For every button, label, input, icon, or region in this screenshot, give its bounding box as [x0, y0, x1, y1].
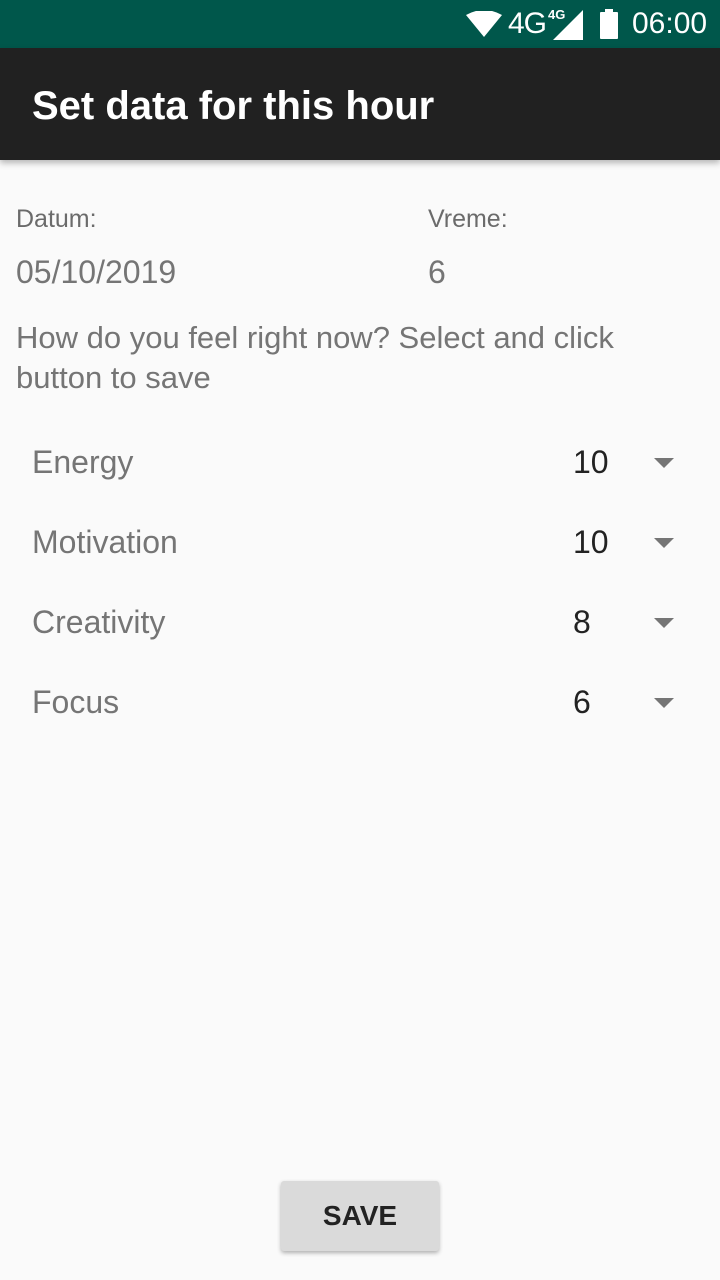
- dropdown-arrow-icon: [654, 698, 674, 708]
- focus-label: Focus: [32, 684, 120, 720]
- dropdown-arrow-icon: [654, 618, 674, 628]
- date-value: 05/10/2019: [16, 254, 177, 290]
- dropdown-arrow-icon: [654, 538, 674, 548]
- date-label: Datum:: [16, 205, 97, 233]
- motivation-spinner[interactable]: 10: [540, 510, 700, 574]
- save-button[interactable]: SAVE: [281, 1181, 439, 1251]
- battery-icon: [600, 9, 618, 39]
- energy-spinner[interactable]: 10: [540, 430, 700, 494]
- motivation-label: Motivation: [32, 524, 178, 560]
- status-time: 06:00: [632, 7, 708, 40]
- creativity-spinner[interactable]: 8: [540, 590, 700, 654]
- creativity-value: 8: [573, 604, 591, 640]
- time-value: 6: [428, 254, 446, 290]
- wifi-icon: [466, 11, 502, 37]
- page-title: Set data for this hour: [32, 84, 435, 128]
- motivation-value: 10: [573, 524, 609, 560]
- app-bar: Set data for this hour: [0, 48, 720, 160]
- creativity-label: Creativity: [32, 604, 166, 640]
- status-bar: 4G 4G 06:00: [0, 0, 720, 48]
- focus-value: 6: [573, 684, 591, 720]
- energy-value: 10: [573, 444, 609, 480]
- instruction-text: How do you feel right now? Select and cl…: [16, 320, 614, 395]
- dropdown-arrow-icon: [654, 458, 674, 468]
- time-label: Vreme:: [428, 205, 508, 233]
- focus-spinner[interactable]: 6: [540, 670, 700, 734]
- network-type: 4G: [508, 7, 547, 40]
- signal-icon: [553, 10, 583, 40]
- energy-label: Energy: [32, 444, 134, 480]
